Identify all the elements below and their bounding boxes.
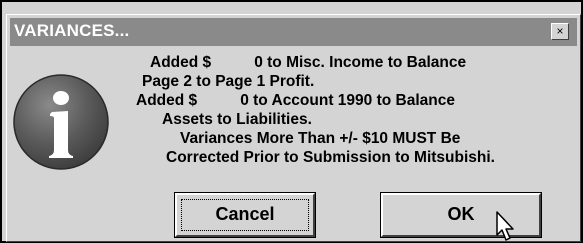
message-line: Added $ 0 to Account 1990 to Balance: [136, 92, 455, 109]
message-line: Variances More Than +/- $10 MUST Be: [180, 130, 461, 147]
cancel-button-label: Cancel: [215, 204, 275, 224]
message-line: Added $ 0 to Misc. Income to Balance: [150, 54, 467, 71]
message-line: Page 2 to Page 1 Profit.: [142, 73, 315, 90]
cancel-button[interactable]: Cancel: [174, 192, 316, 238]
title-bar[interactable]: VARIANCES... ×: [10, 18, 577, 46]
screenshot-frame: VARIANCES... × Added $ 0 to Misc. Income…: [0, 0, 583, 243]
mouse-pointer-icon: [496, 211, 514, 241]
variances-dialog: VARIANCES... × Added $ 0 to Misc. Income…: [6, 14, 581, 242]
ok-button-label: OK: [447, 204, 475, 224]
message-line: Assets to Liabilities.: [162, 111, 312, 128]
message-line: Corrected Prior to Submission to Mitsubi…: [166, 149, 495, 166]
dialog-title: VARIANCES...: [14, 21, 130, 40]
close-button[interactable]: ×: [551, 23, 569, 40]
close-icon: ×: [556, 24, 564, 38]
information-icon: [13, 74, 109, 170]
